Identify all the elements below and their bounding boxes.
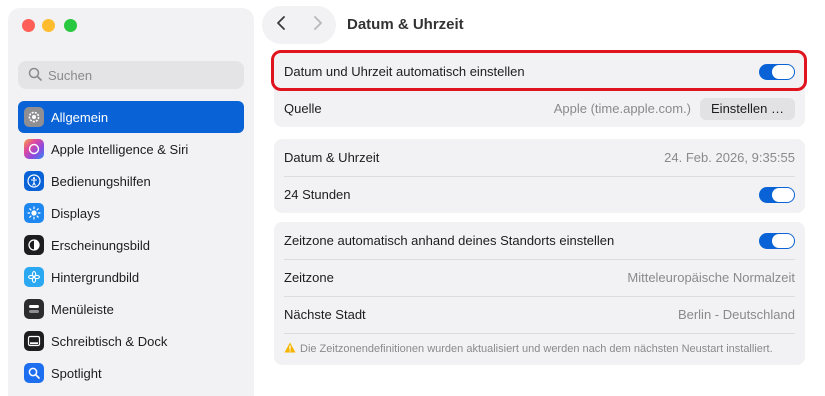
sidebar-item-label: Spotlight (51, 365, 102, 381)
sidebar-item-label: Hintergrundbild (51, 269, 140, 285)
sidebar: Suchen Allgemein Apple Intelligence & Si… (8, 8, 254, 396)
set-source-button[interactable]: Einstellen … (700, 97, 795, 120)
hour24-toggle[interactable] (759, 186, 795, 203)
search-icon (28, 67, 48, 84)
time-source-label: Quelle (284, 101, 322, 116)
search-placeholder: Suchen (48, 67, 93, 83)
time-sync-group: Datum und Uhrzeit automatisch einstellen… (274, 53, 805, 127)
sidebar-item-displays[interactable]: Displays (18, 197, 244, 229)
sidebar-item-schreibtisch-dock[interactable]: Schreibtisch & Dock (18, 325, 244, 357)
back-button[interactable] (262, 6, 299, 44)
sidebar-item-label: Apple Intelligence & Siri (51, 141, 189, 157)
accessibility-icon (24, 171, 44, 191)
time-source-value: Apple (time.apple.com.) (553, 101, 692, 116)
siri-icon (24, 139, 44, 159)
sidebar-item-menueleiste[interactable]: Menüleiste (18, 293, 244, 325)
sidebar-item-label: Erscheinungsbild (51, 237, 151, 253)
sidebar-item-label: Menüleiste (51, 301, 114, 317)
timezone-group: Zeitzone automatisch anhand deines Stand… (274, 222, 805, 365)
sidebar-item-label: Bedienungshilfen (51, 173, 151, 189)
sidebar-item-apple-intelligence[interactable]: Apple Intelligence & Siri (18, 133, 244, 165)
sidebar-item-bedienungshilfen[interactable]: Bedienungshilfen (18, 165, 244, 197)
toolbar: Datum & Uhrzeit (262, 6, 822, 46)
chevron-right-icon (313, 15, 323, 36)
datetime-value: 24. Feb. 2026, 9:35:55 (664, 150, 795, 165)
nearest-city-row: Nächste Stadt Berlin - Deutschland (274, 296, 805, 333)
auto-timezone-label: Zeitzone automatisch anhand deines Stand… (284, 233, 615, 248)
hour24-label: 24 Stunden (284, 187, 351, 202)
datetime-row: Datum & Uhrzeit 24. Feb. 2026, 9:35:55 (274, 139, 805, 176)
auto-timezone-row: Zeitzone automatisch anhand deines Stand… (274, 222, 805, 259)
flower-icon (24, 267, 44, 287)
sidebar-item-label: Allgemein (51, 109, 109, 125)
dock-icon (24, 331, 44, 351)
history-navigation (262, 6, 336, 44)
sidebar-item-erscheinungsbild[interactable]: Erscheinungsbild (18, 229, 244, 261)
auto-datetime-toggle[interactable] (759, 63, 795, 80)
auto-datetime-row: Datum und Uhrzeit automatisch einstellen (274, 53, 805, 90)
menubar-icon (24, 299, 44, 319)
warning-icon (284, 342, 296, 353)
auto-datetime-label: Datum und Uhrzeit automatisch einstellen (284, 64, 525, 79)
sidebar-item-label: Displays (51, 205, 101, 221)
sidebar-item-allgemein[interactable]: Allgemein (18, 101, 244, 133)
sidebar-item-label: Schreibtisch & Dock (51, 333, 168, 349)
datetime-group: Datum & Uhrzeit 24. Feb. 2026, 9:35:55 2… (274, 139, 805, 213)
zoom-window-button[interactable] (64, 19, 77, 32)
gear-icon (24, 107, 44, 127)
datetime-label: Datum & Uhrzeit (284, 150, 380, 165)
timezone-note-text: Die Zeitzonendefinitionen wurden aktuali… (300, 343, 773, 355)
sidebar-item-spotlight[interactable]: Spotlight (18, 357, 244, 389)
sidebar-item-hintergrundbild[interactable]: Hintergrundbild (18, 261, 244, 293)
timezone-row: Zeitzone Mitteleuropäische Normalzeit (274, 259, 805, 296)
search-input[interactable]: Suchen (18, 61, 244, 89)
forward-button[interactable] (299, 6, 336, 44)
appearance-icon (24, 235, 44, 255)
close-window-button[interactable] (22, 19, 35, 32)
nearest-city-value: Berlin - Deutschland (677, 307, 795, 322)
time-source-row: Quelle Apple (time.apple.com.) Einstelle… (274, 90, 805, 127)
hour24-row: 24 Stunden (274, 176, 805, 213)
minimize-window-button[interactable] (42, 19, 55, 32)
settings-window: Suchen Allgemein Apple Intelligence & Si… (0, 0, 825, 396)
timezone-value: Mitteleuropäische Normalzeit (627, 270, 795, 285)
timezone-label: Zeitzone (284, 270, 334, 285)
sidebar-nav: Allgemein Apple Intelligence & Siri Bedi… (18, 101, 244, 389)
sun-icon (24, 203, 44, 223)
timezone-update-note: Die Zeitzonendefinitionen wurden aktuali… (274, 333, 805, 365)
nearest-city-label: Nächste Stadt (284, 307, 366, 322)
chevron-left-icon (276, 15, 286, 36)
auto-timezone-toggle[interactable] (759, 232, 795, 249)
page-title: Datum & Uhrzeit (347, 16, 464, 33)
magnifier-icon (24, 363, 44, 383)
